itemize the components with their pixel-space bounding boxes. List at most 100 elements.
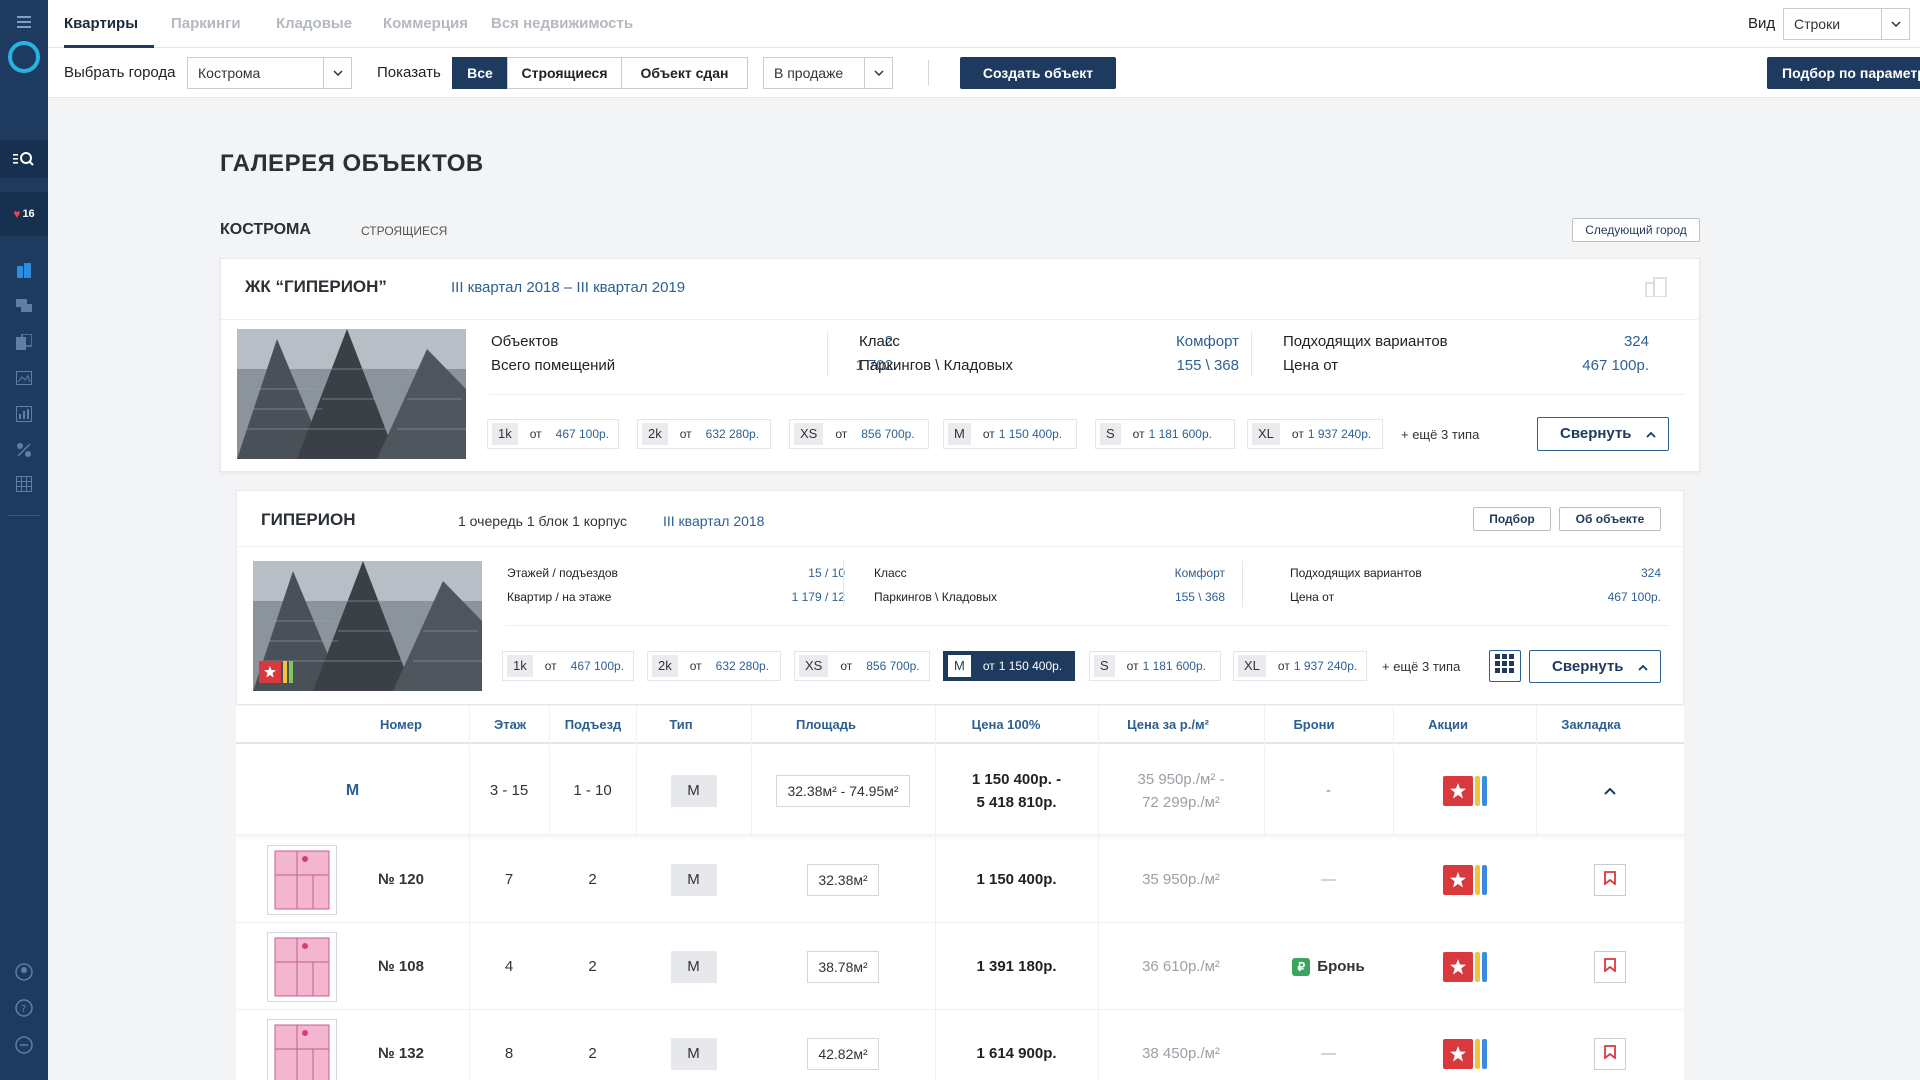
table-row[interactable]: № 132 8 2 M 42.82м² 1 614 900р. 38 450р.… [236, 1010, 1684, 1080]
type-price: 467 100р. [555, 427, 610, 441]
city-select[interactable]: Кострома [187, 57, 352, 89]
buildings-icon[interactable] [0, 260, 48, 280]
search-icon[interactable] [0, 140, 48, 178]
menu-icon[interactable] [0, 10, 48, 34]
tab-all-realty[interactable]: Вся недвижимость [491, 0, 633, 48]
col-bookmark[interactable]: Закладка [1536, 706, 1646, 744]
segment-all[interactable]: Все [452, 57, 508, 89]
building-card: ГИПЕРИОН 1 очередь 1 блок 1 корпус III к… [236, 490, 1685, 705]
apartment-number[interactable]: № 132 [346, 1010, 456, 1080]
col-area[interactable]: Площадь [751, 706, 901, 744]
col-divider [1536, 706, 1537, 744]
promo-badges[interactable] [1442, 775, 1487, 806]
promo-cell [1393, 836, 1536, 923]
type-pill-xs[interactable]: XS от 856 700р. [789, 419, 929, 449]
params-search-button[interactable]: Подбор по параметрам [1767, 57, 1920, 89]
type-pill-s[interactable]: Sот 1 181 600р. [1089, 651, 1221, 681]
collapse-complex-button[interactable]: Свернуть [1537, 417, 1669, 451]
tab-parkings[interactable]: Паркинги [171, 0, 241, 48]
floorplan-thumb[interactable] [266, 923, 338, 1010]
promo-badges[interactable] [1442, 1038, 1487, 1069]
floorplan-thumb[interactable] [266, 836, 338, 923]
type-price: 1 181 600р. [1148, 427, 1212, 441]
tab-apartments[interactable]: Квартиры [64, 0, 154, 48]
type-pill-m[interactable]: Mот 1 150 400р. [943, 419, 1077, 449]
image-icon[interactable] [0, 368, 48, 388]
bookmark-button[interactable] [1594, 1037, 1626, 1070]
table-row[interactable]: № 108 4 2 M 38.78м² 1 391 180р. 36 610р.… [236, 923, 1684, 1010]
more-types-link[interactable]: + ещё 3 типа [1382, 659, 1460, 674]
type-price: 1 937 240р. [1293, 659, 1358, 673]
chessboard-view-button[interactable] [1489, 650, 1521, 682]
col-price[interactable]: Цена 100% [936, 706, 1076, 744]
type-pill-2k[interactable]: 2k от 632 280р. [647, 651, 781, 681]
apartment-number[interactable]: № 108 [346, 923, 456, 1010]
collapse-building-button[interactable]: Свернуть [1529, 650, 1661, 683]
col-number[interactable]: Номер [346, 706, 456, 744]
types-divider [505, 625, 1669, 626]
catalog-icon[interactable] [0, 332, 48, 352]
building-period: III квартал 2018 [663, 513, 765, 529]
col-divider [1098, 923, 1099, 1010]
create-object-button[interactable]: Создать объект [960, 57, 1116, 89]
promo-cell [1393, 923, 1536, 1010]
bookmark-button[interactable] [1594, 950, 1626, 983]
table-row[interactable]: № 120 7 2 M 32.38м² 1 150 400р. 35 950р.… [236, 836, 1684, 923]
col-bookings[interactable]: Брони [1264, 706, 1364, 744]
promo-bar [1474, 951, 1480, 982]
type-from: от [689, 659, 702, 673]
chevron-down-icon [864, 58, 892, 88]
group-collapse[interactable] [1536, 746, 1684, 835]
tab-commerce[interactable]: Коммерция [383, 0, 468, 48]
type-pill-xl[interactable]: XL от 1 937 240р. [1233, 651, 1367, 681]
logout-icon[interactable] [0, 1035, 48, 1055]
promo-bar [1481, 775, 1487, 806]
type-code: M [948, 423, 971, 445]
type-pill-2k[interactable]: 2k от 632 280р. [637, 419, 771, 449]
bookmark-button[interactable] [1594, 863, 1626, 896]
promo-badges[interactable] [1442, 951, 1487, 982]
help-icon[interactable]: ? [0, 998, 48, 1018]
profile-icon[interactable] [0, 962, 48, 982]
type-pill-m-selected[interactable]: Mот 1 150 400р. [943, 651, 1075, 681]
chat-icon[interactable] [0, 296, 48, 316]
promo-bar [1474, 864, 1480, 895]
segment-building[interactable]: Строящиеся [507, 57, 622, 89]
pick-button[interactable]: Подбор [1473, 507, 1551, 531]
col-price-per-m2[interactable]: Цена за р./м² [1098, 706, 1238, 744]
status-select[interactable]: В продаже [763, 57, 893, 89]
segment-completed[interactable]: Объект сдан [621, 57, 748, 89]
group-row[interactable]: M 3 - 15 1 - 10 M 32.38м² - 74.95м² 1 15… [236, 746, 1684, 835]
view-select[interactable]: Строки [1783, 8, 1910, 40]
type-pill-1k[interactable]: 1k от 467 100р. [487, 419, 619, 449]
booking-cell[interactable]: ₽ Бронь [1264, 923, 1393, 1010]
col-floor[interactable]: Этаж [470, 706, 550, 744]
group-floors: 3 - 15 [489, 782, 529, 799]
floorplan-thumb[interactable] [266, 1010, 338, 1080]
star-icon [1442, 775, 1473, 806]
percent-icon[interactable] [0, 440, 48, 460]
type-pill-1k[interactable]: 1k от 467 100р. [502, 651, 634, 681]
about-object-button[interactable]: Об объекте [1559, 507, 1661, 531]
col-entrance[interactable]: Подъезд [548, 706, 638, 744]
table-header: Номер Этаж Подъезд Тип Площадь Цена 100%… [236, 706, 1684, 744]
next-city-button[interactable]: Следующий город [1572, 218, 1700, 242]
apartment-number[interactable]: № 120 [346, 836, 456, 923]
apartment-ppm: 38 450р./м² [1142, 1045, 1220, 1062]
grid-icon[interactable] [0, 474, 48, 494]
favorites-counter[interactable]: ♥ 16 [0, 192, 48, 236]
more-types-link[interactable]: + ещё 3 типа [1401, 427, 1479, 442]
apartment-entrance: 2 [588, 1045, 597, 1062]
type-pill-xl[interactable]: XL от 1 937 240р. [1247, 419, 1383, 449]
col-promos[interactable]: Акции [1393, 706, 1503, 744]
filter-bar: Выбрать города Кострома Показать Все Стр… [48, 48, 1920, 98]
col-divider [1098, 746, 1099, 835]
type-pill-xs[interactable]: XS от 856 700р. [794, 651, 930, 681]
group-entrance: 1 - 10 [573, 782, 612, 799]
type-price: 856 700р. [861, 427, 915, 441]
type-pill-s[interactable]: Sот 1 181 600р. [1095, 419, 1235, 449]
col-type[interactable]: Тип [641, 706, 721, 744]
report-icon[interactable] [0, 404, 48, 424]
promo-badges[interactable] [1442, 864, 1487, 895]
tab-storage[interactable]: Кладовые [276, 0, 352, 48]
